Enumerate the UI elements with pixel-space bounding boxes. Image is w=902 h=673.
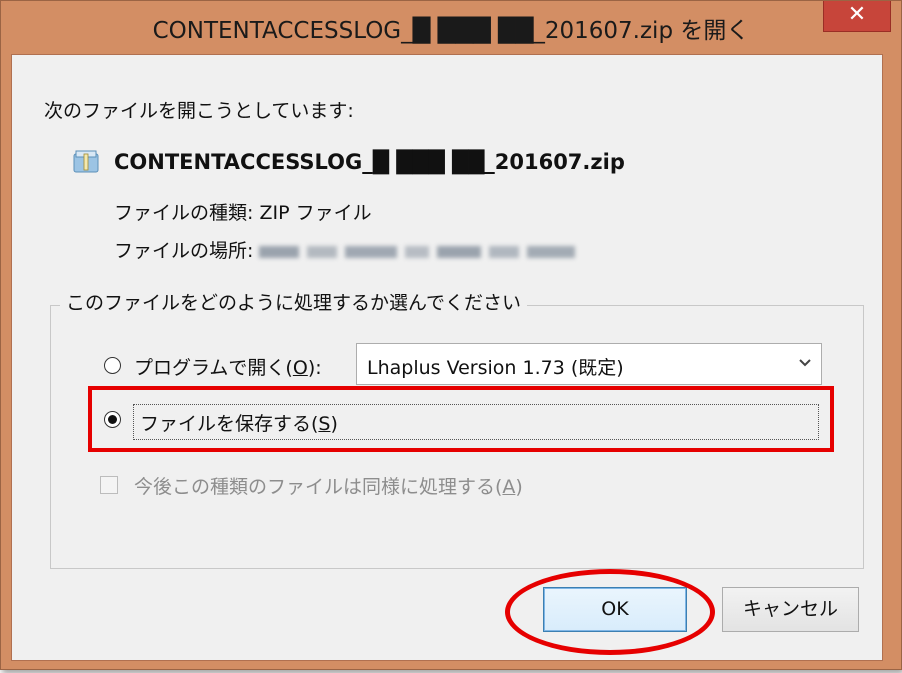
file-name: CONTENTACCESSLOG_█ ███ ██_201607.zip bbox=[114, 150, 625, 174]
window-title: CONTENTACCESSLOG_█ ███ ██_201607.zip を開く bbox=[152, 18, 750, 44]
cancel-button[interactable]: キャンセル bbox=[722, 587, 859, 632]
title-bar[interactable]: CONTENTACCESSLOG_█ ███ ██_201607.zip を開く… bbox=[1, 1, 901, 51]
highlight-annotation-rect bbox=[88, 386, 834, 452]
remember-checkbox[interactable] bbox=[100, 476, 118, 494]
chevron-down-icon bbox=[799, 359, 811, 367]
file-row: CONTENTACCESSLOG_█ ███ ██_201607.zip bbox=[72, 144, 625, 180]
file-type-row: ファイルの種類: ZIP ファイル bbox=[114, 198, 372, 225]
program-select-value: Lhaplus Version 1.73 (既定) bbox=[367, 357, 624, 379]
open-with-label[interactable]: プログラムで開く(O): bbox=[134, 353, 322, 380]
file-type-value: ZIP ファイル bbox=[259, 202, 372, 224]
program-select[interactable]: Lhaplus Version 1.73 (既定) bbox=[356, 343, 822, 385]
file-location-label: ファイルの場所: bbox=[114, 240, 254, 262]
close-icon: ✕ bbox=[847, 2, 867, 27]
ok-highlight-ellipse bbox=[505, 569, 715, 655]
open-with-radio[interactable] bbox=[104, 357, 121, 374]
dialog-prompt: 次のファイルを開こうとしています: bbox=[44, 100, 354, 122]
close-button[interactable]: ✕ bbox=[823, 1, 891, 32]
file-type-label: ファイルの種類: bbox=[114, 202, 254, 224]
file-location-row: ファイルの場所: bbox=[114, 236, 579, 263]
redacted-location bbox=[259, 243, 579, 261]
zip-file-icon bbox=[73, 150, 99, 173]
action-group-title: このファイルをどのように処理するか選んでください bbox=[60, 288, 528, 315]
remember-label[interactable]: 今後この種類のファイルは同様に処理する(A) bbox=[134, 472, 523, 499]
